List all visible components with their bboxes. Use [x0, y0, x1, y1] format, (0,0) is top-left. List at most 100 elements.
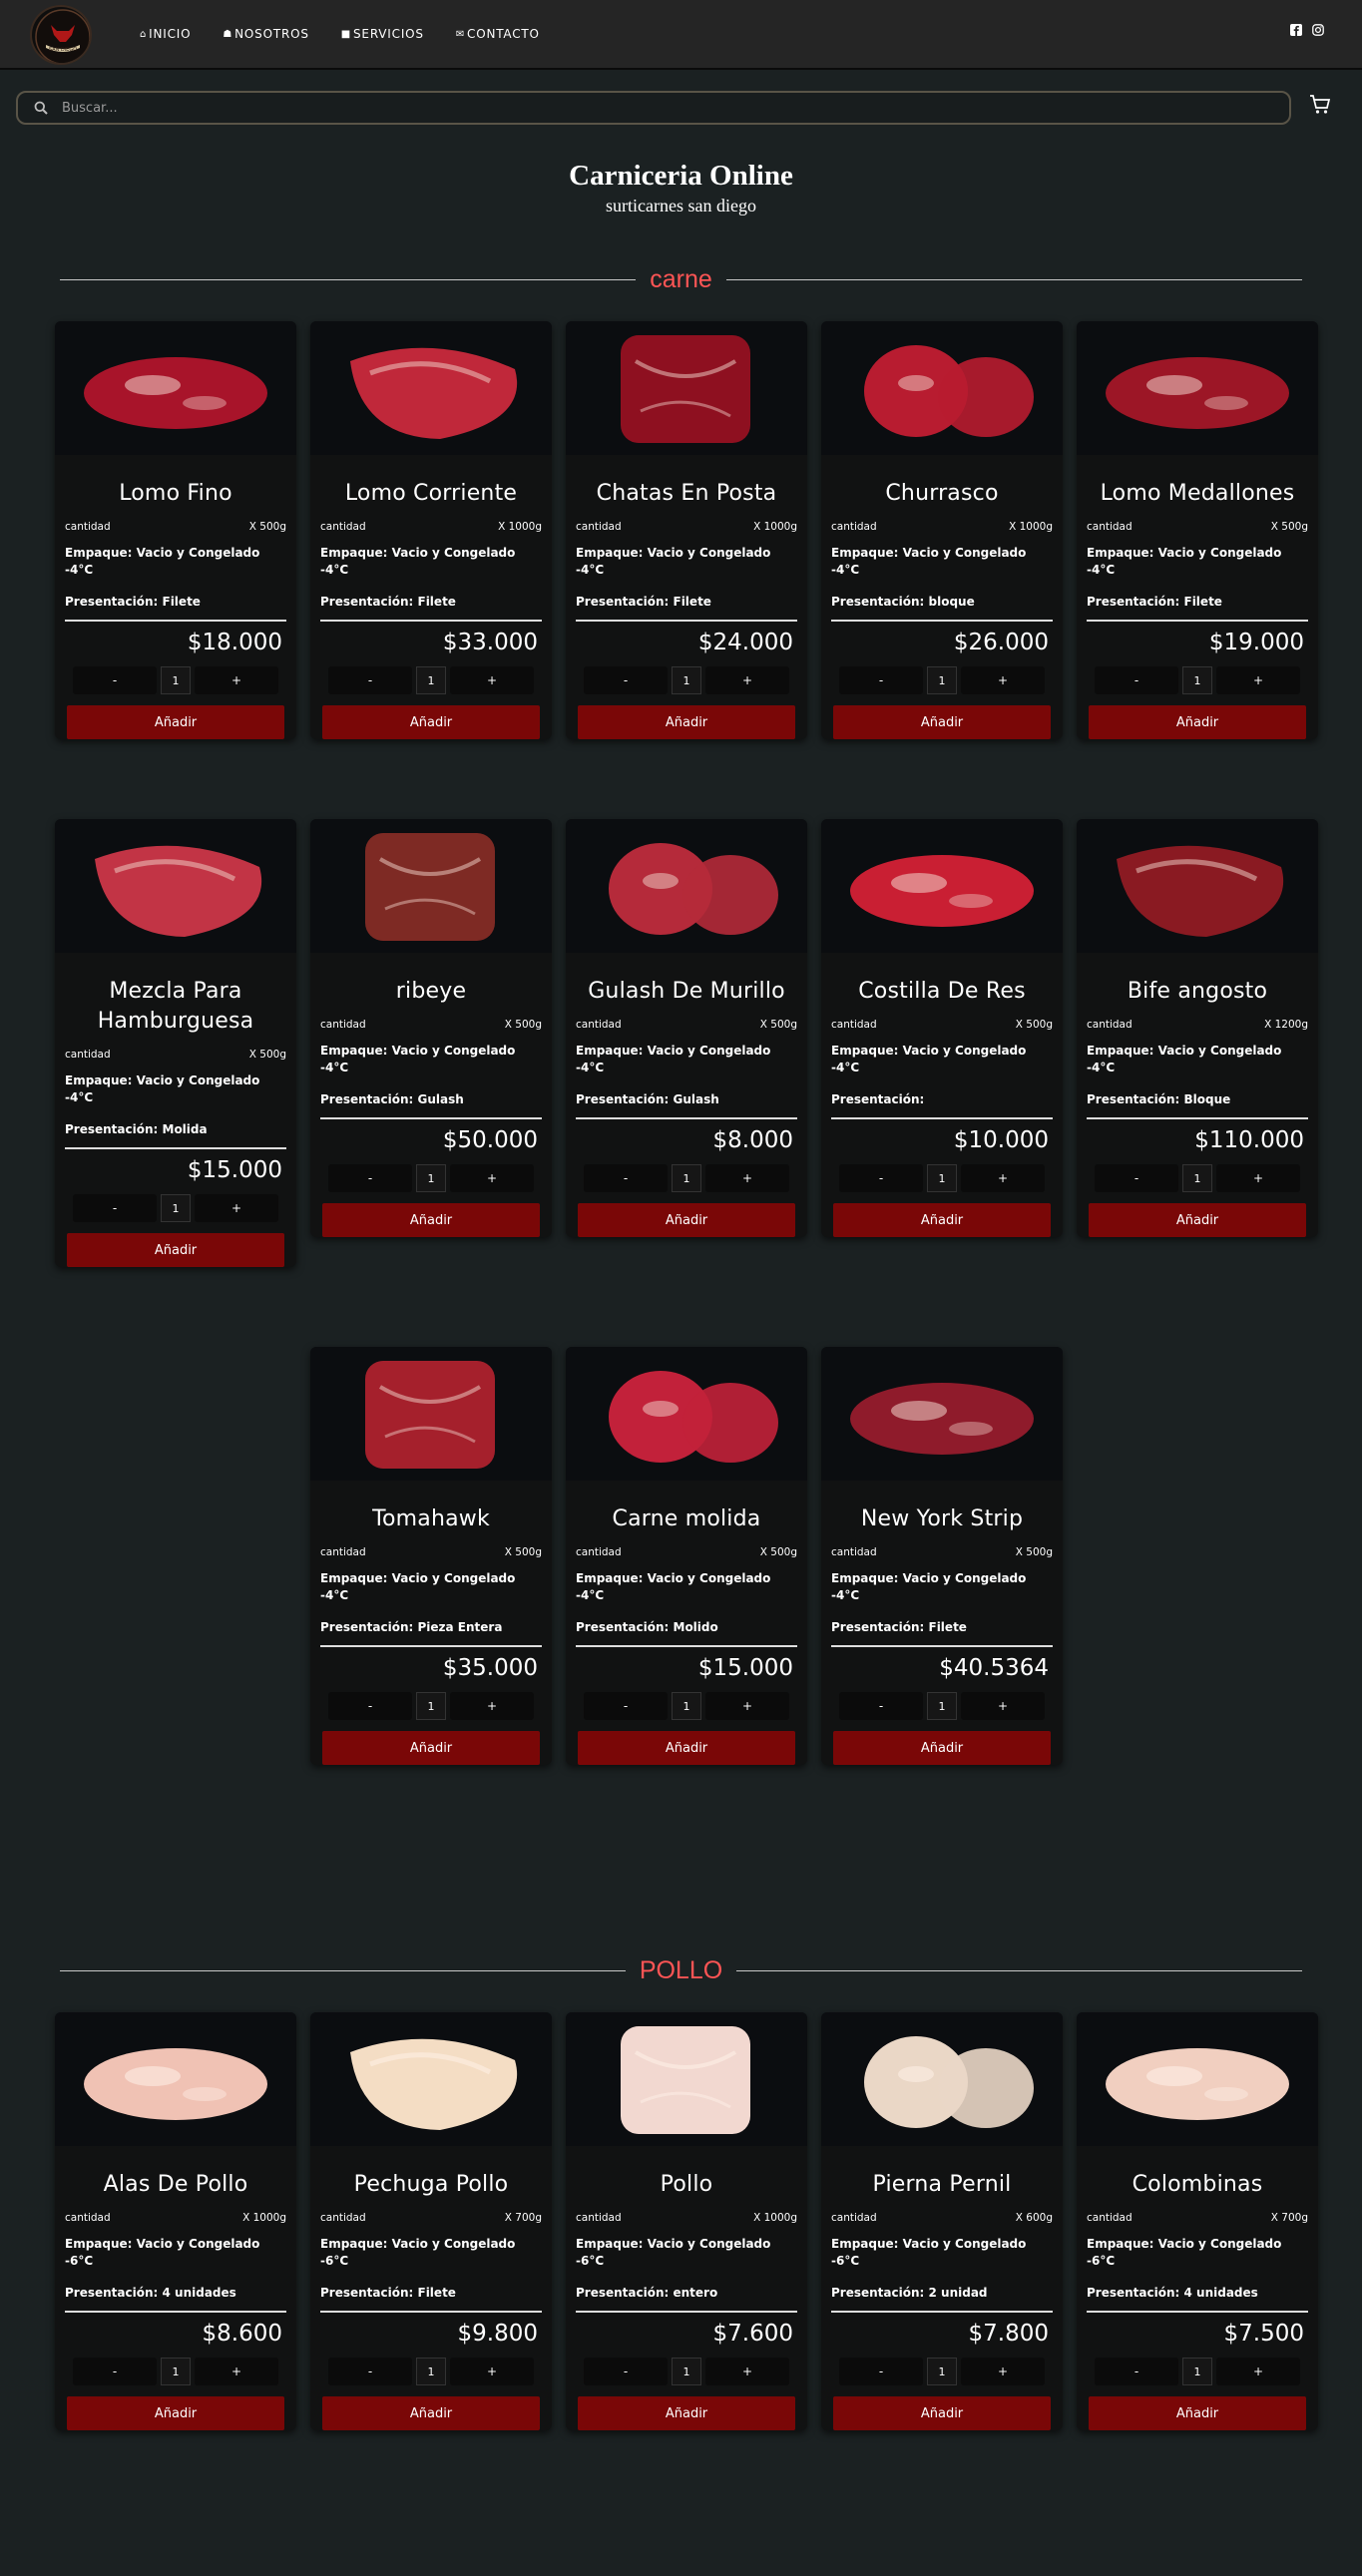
add-to-cart-button[interactable]: Añadir [322, 2396, 540, 2430]
decrement-button[interactable]: - [328, 2358, 412, 2385]
add-to-cart-button[interactable]: Añadir [67, 1233, 284, 1267]
add-to-cart-button[interactable]: Añadir [578, 2396, 795, 2430]
increment-button[interactable]: + [450, 666, 534, 694]
add-to-cart-button[interactable]: Añadir [833, 1731, 1051, 1765]
quantity-input[interactable]: 1 [672, 1692, 701, 1720]
decrement-button[interactable]: - [328, 1692, 412, 1720]
add-to-cart-button[interactable]: Añadir [67, 705, 284, 739]
product-packaging: Empaque: Vacio y Congelado -4°C [320, 546, 516, 577]
add-to-cart-button[interactable]: Añadir [322, 705, 540, 739]
decrement-button[interactable]: - [73, 666, 157, 694]
add-to-cart-button[interactable]: Añadir [322, 1731, 540, 1765]
add-to-cart-button[interactable]: Añadir [833, 2396, 1051, 2430]
cantidad-label: cantidad [320, 1546, 366, 1558]
decrement-button[interactable]: - [584, 2358, 668, 2385]
quantity-stepper: - 1 + [566, 1691, 807, 1721]
decrement-button[interactable]: - [1095, 666, 1178, 694]
increment-button[interactable]: + [705, 666, 789, 694]
cart-icon[interactable] [1309, 94, 1331, 116]
decrement-button[interactable]: - [328, 666, 412, 694]
product-packaging: Empaque: Vacio y Congelado -4°C [65, 1073, 260, 1104]
brand-logo[interactable]: SAN DIEGO [30, 5, 92, 65]
product-name: Pierna Pernil [872, 2172, 1012, 2197]
increment-button[interactable]: + [195, 666, 278, 694]
add-to-cart-button[interactable]: Añadir [1089, 705, 1306, 739]
instagram-icon[interactable] [1312, 24, 1324, 36]
product-presentation: Presentación: 4 unidades [1087, 2286, 1258, 2300]
add-to-cart-button[interactable]: Añadir [578, 705, 795, 739]
facebook-icon[interactable] [1290, 24, 1302, 36]
increment-button[interactable]: + [1216, 666, 1300, 694]
quantity-input[interactable]: 1 [927, 666, 957, 694]
section-label: POLLO [639, 1955, 723, 1984]
decrement-button[interactable]: - [328, 1164, 412, 1192]
add-to-cart-button[interactable]: Añadir [578, 1203, 795, 1237]
increment-button[interactable]: + [450, 1164, 534, 1192]
increment-button[interactable]: + [705, 1164, 789, 1192]
search-input[interactable] [62, 98, 1259, 118]
quantity-input[interactable]: 1 [416, 2358, 446, 2385]
decrement-button[interactable]: - [839, 666, 923, 694]
product-card: Lomo Medallones cantidad X 500g Empaque:… [1077, 321, 1318, 739]
quantity-input[interactable]: 1 [161, 1194, 191, 1222]
quantity-input[interactable]: 1 [927, 1164, 957, 1192]
nav-link-contacto[interactable]: ✉ CONTACTO [456, 27, 540, 41]
decrement-button[interactable]: - [839, 2358, 923, 2385]
increment-button[interactable]: + [961, 1692, 1045, 1720]
product-presentation: Presentación: Molido [576, 1620, 718, 1634]
add-to-cart-button[interactable]: Añadir [833, 705, 1051, 739]
increment-button[interactable]: + [961, 2358, 1045, 2385]
cantidad-label: cantidad [65, 2212, 111, 2224]
quantity-input[interactable]: 1 [1182, 2358, 1212, 2385]
product-price: $7.500 [1223, 2321, 1304, 2347]
decrement-button[interactable]: - [839, 1692, 923, 1720]
quantity-input[interactable]: 1 [672, 1164, 701, 1192]
quantity-input[interactable]: 1 [416, 1692, 446, 1720]
quantity-input[interactable]: 1 [416, 666, 446, 694]
increment-button[interactable]: + [195, 2358, 278, 2385]
increment-button[interactable]: + [705, 1692, 789, 1720]
quantity-input[interactable]: 1 [1182, 1164, 1212, 1192]
quantity-input[interactable]: 1 [416, 1164, 446, 1192]
increment-button[interactable]: + [1216, 2358, 1300, 2385]
quantity-stepper: - 1 + [821, 665, 1063, 695]
product-price: $40.5364 [939, 1655, 1049, 1681]
quantity-input[interactable]: 1 [927, 2358, 957, 2385]
nav-link-servicios[interactable]: ■ SERVICIOS [341, 27, 424, 41]
product-image [566, 321, 807, 455]
quantity-input[interactable]: 1 [1182, 666, 1212, 694]
increment-button[interactable]: + [1216, 1164, 1300, 1192]
decrement-button[interactable]: - [584, 1692, 668, 1720]
quantity-input[interactable]: 1 [672, 666, 701, 694]
decrement-button[interactable]: - [73, 2358, 157, 2385]
quantity-input[interactable]: 1 [672, 2358, 701, 2385]
add-to-cart-button[interactable]: Añadir [578, 1731, 795, 1765]
increment-button[interactable]: + [961, 1164, 1045, 1192]
increment-button[interactable]: + [195, 1194, 278, 1222]
add-to-cart-button[interactable]: Añadir [1089, 2396, 1306, 2430]
product-packaging: Empaque: Vacio y Congelado -4°C [831, 1044, 1027, 1074]
decrement-button[interactable]: - [1095, 1164, 1178, 1192]
increment-button[interactable]: + [450, 2358, 534, 2385]
product-name: Bife angosto [1127, 979, 1268, 1004]
decrement-button[interactable]: - [584, 1164, 668, 1192]
quantity-input[interactable]: 1 [161, 2358, 191, 2385]
product-name: Lomo Corriente [344, 481, 518, 506]
add-to-cart-button[interactable]: Añadir [833, 1203, 1051, 1237]
add-to-cart-button[interactable]: Añadir [322, 1203, 540, 1237]
nav-link-inicio[interactable]: ⌂ INICIO [140, 27, 191, 41]
decrement-button[interactable]: - [1095, 2358, 1178, 2385]
nav-link-nosotros[interactable]: ☗ NOSOTROS [223, 27, 308, 41]
quantity-input[interactable]: 1 [927, 1692, 957, 1720]
add-to-cart-button[interactable]: Añadir [1089, 1203, 1306, 1237]
decrement-button[interactable]: - [584, 666, 668, 694]
increment-button[interactable]: + [961, 666, 1045, 694]
add-to-cart-button[interactable]: Añadir [67, 2396, 284, 2430]
quantity-input[interactable]: 1 [161, 666, 191, 694]
decrement-button[interactable]: - [73, 1194, 157, 1222]
quantity-stepper: - 1 + [821, 2357, 1063, 2386]
increment-button[interactable]: + [450, 1692, 534, 1720]
product-image [310, 1347, 552, 1481]
increment-button[interactable]: + [705, 2358, 789, 2385]
decrement-button[interactable]: - [839, 1164, 923, 1192]
